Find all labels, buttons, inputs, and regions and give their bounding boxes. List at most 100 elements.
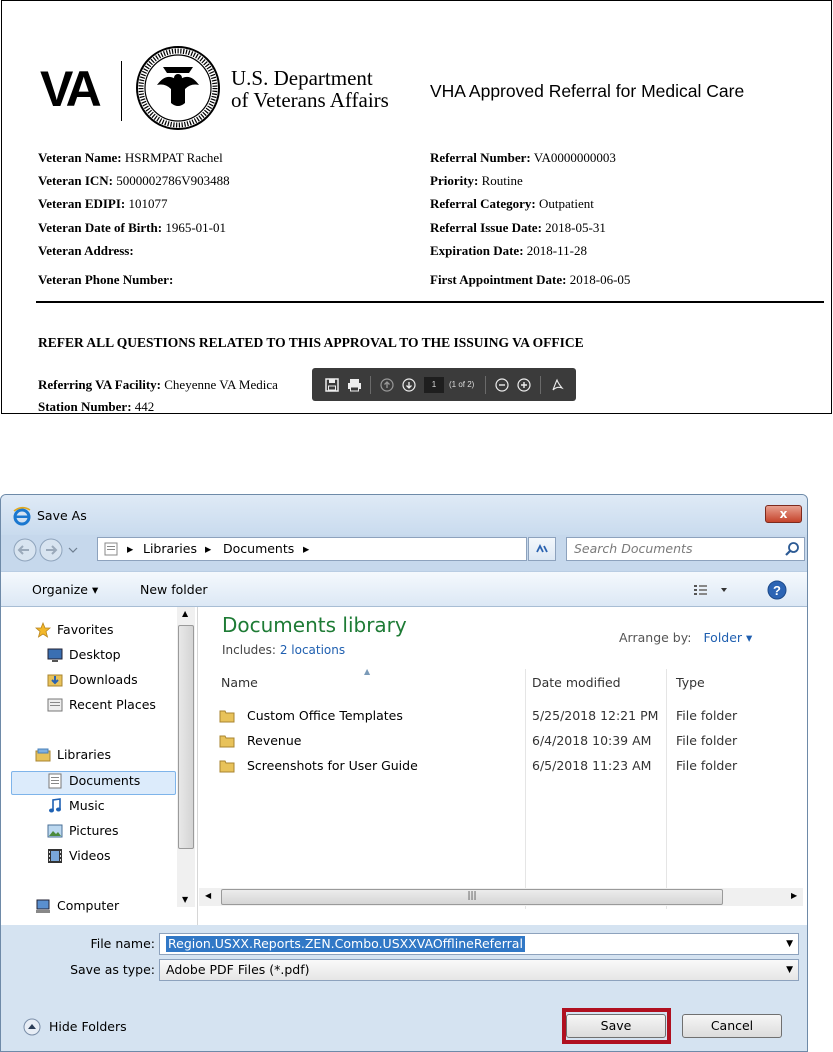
column-header-date[interactable]: Date modified — [532, 672, 621, 694]
file-row[interactable]: Custom Office Templates 5/25/2018 12:21 … — [219, 705, 799, 727]
info-label: Veteran EDIPI: — [38, 196, 126, 211]
file-name-input[interactable]: Region.USXX.Reports.ZEN.Combo.USXXVAOffl… — [159, 933, 799, 955]
info-label: Veteran Phone Number: — [38, 272, 174, 287]
arrange-by: Arrange by: Folder ▾ — [619, 630, 752, 645]
collapse-icon — [23, 1018, 41, 1036]
column-header-type[interactable]: Type — [676, 672, 705, 694]
new-folder-button[interactable]: New folder — [140, 582, 208, 597]
info-value: 2018-06-05 — [569, 272, 631, 287]
scroll-right-arrow[interactable]: ▶ — [791, 891, 797, 900]
star-icon — [35, 622, 51, 638]
page-count: (1 of 2) — [449, 380, 475, 389]
address-bar[interactable]: ▸ Libraries ▸ Documents ▸ ▼ — [97, 537, 615, 561]
view-options-icon[interactable] — [694, 583, 728, 597]
toolbar-separator — [540, 375, 542, 394]
veteran-dob-line: Veteran Date of Birth: 1965-01-01 — [38, 220, 226, 236]
file-row[interactable]: Screenshots for User Guide 6/5/2018 11:2… — [219, 755, 799, 777]
includes-label: Includes: — [222, 643, 276, 657]
hide-folders-label: Hide Folders — [49, 1019, 127, 1034]
search-input[interactable]: Search Documents — [566, 537, 805, 561]
print-icon[interactable] — [343, 374, 365, 396]
cancel-button[interactable]: Cancel — [682, 1014, 782, 1038]
info-label: Station Number: — [38, 399, 132, 414]
scrollbar-thumb[interactable] — [178, 625, 194, 849]
search-icon[interactable] — [784, 541, 800, 557]
scroll-left-arrow[interactable]: ◀ — [205, 891, 211, 900]
breadcrumb-separator: ▸ — [127, 541, 134, 556]
file-row[interactable]: Revenue 6/4/2018 10:39 AM File folder — [219, 730, 799, 752]
veteran-address-line: Veteran Address: — [38, 243, 134, 259]
navigation-pane: Favorites Desktop Downloads Recent Place… — [1, 607, 198, 925]
nav-label: Downloads — [69, 672, 138, 687]
nav-label: Videos — [69, 848, 111, 863]
breadcrumb-separator: ▸ — [303, 541, 310, 556]
help-icon[interactable]: ? — [767, 580, 787, 600]
first-appointment-line: First Appointment Date: 2018-06-05 — [430, 272, 630, 288]
navigation-scrollbar[interactable]: ▲ ▼ — [177, 607, 195, 907]
title-bar[interactable]: Save As x — [1, 495, 807, 535]
info-value: Outpatient — [539, 196, 594, 211]
scrollbar-thumb[interactable]: ||| — [221, 889, 723, 905]
save-form: File name: Region.USXX.Reports.ZEN.Combo… — [1, 925, 807, 1051]
issue-date-line: Referral Issue Date: 2018-05-31 — [430, 220, 606, 236]
priority-line: Priority: Routine — [430, 173, 523, 189]
info-label: Veteran Address: — [38, 243, 134, 258]
arrange-by-dropdown[interactable]: Folder ▾ — [703, 630, 752, 645]
department-line-1: U.S. Department — [231, 66, 373, 90]
save-icon[interactable] — [321, 374, 343, 396]
search-placeholder: Search Documents — [574, 541, 693, 556]
file-date: 6/4/2018 10:39 AM — [532, 733, 652, 748]
dialog-content: Favorites Desktop Downloads Recent Place… — [1, 607, 807, 925]
info-value: 2018-11-28 — [526, 243, 587, 258]
info-value: HSRMPAT Rachel — [124, 150, 223, 165]
expiration-date-line: Expiration Date: 2018-11-28 — [430, 243, 587, 259]
arrange-by-label: Arrange by: — [619, 630, 692, 645]
previous-page-icon[interactable] — [376, 374, 398, 396]
scroll-up-arrow[interactable]: ▲ — [182, 609, 188, 618]
back-forward-buttons[interactable] — [11, 537, 91, 563]
breadcrumb-libraries[interactable]: Libraries — [143, 538, 197, 560]
organize-menu[interactable]: Organize ▾ — [32, 582, 98, 597]
pdf-toolbar: 1 (1 of 2) — [312, 368, 576, 401]
save-button-highlight — [562, 1008, 671, 1044]
veteran-name-line: Veteran Name: HSRMPAT Rachel — [38, 150, 223, 166]
nav-label: Recent Places — [69, 697, 156, 712]
file-list-pane: Documents library Includes: 2 locations … — [199, 607, 807, 925]
column-header-name[interactable]: Name — [221, 672, 258, 694]
music-icon — [49, 798, 61, 813]
next-page-icon[interactable] — [398, 374, 420, 396]
page-number-input[interactable]: 1 — [424, 376, 444, 393]
refresh-button[interactable] — [528, 537, 556, 561]
facility-line: Referring VA Facility: Cheyenne VA Medic… — [38, 377, 278, 393]
nav-label: Desktop — [69, 647, 121, 662]
info-label: Veteran Name: — [38, 150, 122, 165]
breadcrumb-documents[interactable]: Documents — [223, 538, 294, 560]
folder-icon — [219, 735, 235, 748]
file-name: Screenshots for User Guide — [247, 758, 418, 773]
close-button[interactable]: x — [765, 505, 802, 523]
info-label: First Appointment Date: — [430, 272, 567, 287]
info-value: VA0000000003 — [533, 150, 616, 165]
veteran-icn-line: Veteran ICN: 5000002786V903488 — [38, 173, 230, 189]
info-label: Expiration Date: — [430, 243, 524, 258]
chevron-down-icon[interactable]: ▼ — [786, 960, 793, 980]
downloads-folder-icon — [47, 674, 63, 687]
nav-label: Music — [69, 798, 105, 813]
chevron-down-icon[interactable]: ▼ — [786, 934, 793, 954]
nav-label: Pictures — [69, 823, 119, 838]
va-seal-icon — [136, 46, 220, 130]
recent-places-icon — [47, 698, 63, 712]
veteran-phone-line: Veteran Phone Number: — [38, 272, 173, 288]
zoom-in-icon[interactable] — [513, 374, 535, 396]
locations-link[interactable]: 2 locations — [280, 643, 345, 657]
pdf-preview: VA U.S. Department of Veterans Affairs V… — [1, 0, 832, 414]
scroll-down-arrow[interactable]: ▼ — [182, 895, 188, 904]
zoom-out-icon[interactable] — [491, 374, 513, 396]
computer-icon — [36, 899, 50, 913]
info-value: 5000002786V903488 — [116, 173, 230, 188]
acrobat-icon[interactable] — [546, 374, 568, 396]
refresh-icon — [536, 543, 548, 553]
info-value: 442 — [134, 399, 155, 414]
horizontal-scrollbar[interactable]: ◀ ||| ▶ — [199, 888, 803, 906]
save-as-type-select[interactable]: Adobe PDF Files (*.pdf) ▼ — [159, 959, 799, 981]
